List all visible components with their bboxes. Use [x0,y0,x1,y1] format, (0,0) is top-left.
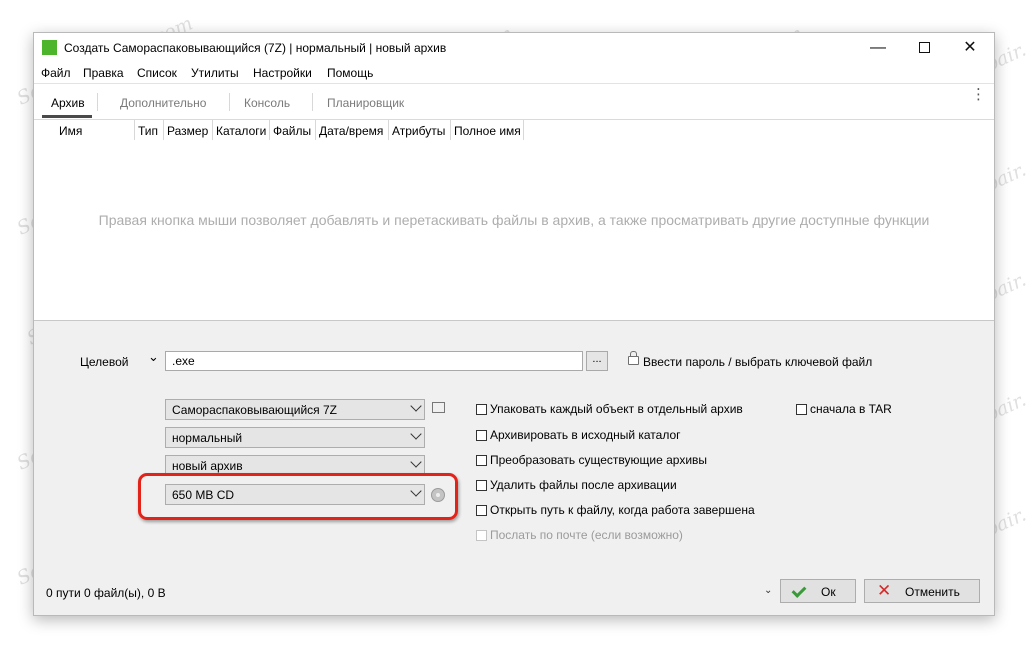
status-summary: 0 пути 0 файл(ы), 0 B [46,586,166,600]
tab-separator [312,93,313,111]
checkbox-box [476,530,487,541]
active-tab-indicator [42,115,92,118]
column-name[interactable]: Имя [57,124,82,138]
archive-dialog: Создать Самораспаковывающийся (7Z) | нор… [33,32,995,616]
column-separator [212,120,213,140]
column-fullname[interactable]: Полное имя [452,124,521,138]
convert-checkbox[interactable]: Преобразовать существующие архивы [476,453,707,467]
target-path-input[interactable]: .exe [165,351,583,371]
menu-list[interactable]: Список [137,66,177,80]
copy-profile-icon[interactable] [432,399,449,413]
checkbox-label: Упаковать каждый объект в отдельный архи… [490,402,743,416]
source-dir-checkbox[interactable]: Архивировать в исходный каталог [476,428,681,442]
tab-archive[interactable]: Архив [51,96,85,110]
tar-first-checkbox[interactable]: сначала в TAR [796,402,892,416]
menu-help[interactable]: Помощь [327,66,373,80]
column-size[interactable]: Размер [165,124,208,138]
empty-list-hint: Правая кнопка мыши позволяет добавлять и… [98,212,930,228]
tab-bar: Архив Дополнительно Консоль Планировщик … [34,83,994,119]
delete-after-checkbox[interactable]: Удалить файлы после архивации [476,478,677,492]
column-type[interactable]: Тип [136,124,158,138]
format-select[interactable]: Самораспаковывающийся 7Z [165,399,425,420]
expand-chevron-icon[interactable]: ⌄ [764,585,772,596]
browse-button[interactable]: ... [586,351,608,371]
open-path-checkbox[interactable]: Открыть путь к файлу, когда работа завер… [476,503,755,517]
window-title: Создать Самораспаковывающийся (7Z) | нор… [64,41,447,55]
checkbox-label: сначала в TAR [810,402,892,416]
column-folders[interactable]: Каталоги [214,124,266,138]
menu-utilities[interactable]: Утилиты [191,66,239,80]
tab-console[interactable]: Консоль [244,96,290,110]
checkmark-icon [791,583,807,598]
tab-separator [229,93,230,111]
column-separator [269,120,270,140]
compression-value: нормальный [172,431,243,445]
column-separator [134,120,135,140]
lock-icon [628,351,639,365]
checkbox-label: Преобразовать существующие архивы [490,453,708,467]
app-icon [42,40,57,55]
target-history-chevron-icon[interactable]: ⌄ [148,349,159,365]
checkbox-label: Удалить файлы после архивации [490,478,677,492]
close-button[interactable]: ✕ [947,33,993,63]
column-files[interactable]: Файлы [271,124,311,138]
checkbox-box[interactable] [476,505,487,516]
column-attributes[interactable]: Атрибуты [390,124,445,138]
cancel-button[interactable]: ✕ Отменить [864,579,980,603]
checkbox-box[interactable] [476,404,487,415]
target-label: Целевой [80,355,129,369]
menu-bar: Файл Правка Список Утилиты Настройки Пом… [34,63,994,83]
column-separator [450,120,451,140]
send-mail-checkbox: Послать по почте (если возможно) [476,528,683,542]
maximize-button[interactable] [901,33,947,63]
menu-edit[interactable]: Правка [83,66,124,80]
format-value: Самораспаковывающийся 7Z [172,403,338,417]
tab-separator [97,93,98,111]
ok-label: Ок [821,585,836,599]
ok-button[interactable]: Ок [780,579,856,603]
column-separator [315,120,316,140]
column-datetime[interactable]: Дата/время [317,124,383,138]
column-separator [163,120,164,140]
chevron-down-icon [410,428,422,440]
compression-select[interactable]: нормальный [165,427,425,448]
menu-file[interactable]: Файл [41,66,71,80]
chevron-down-icon [410,400,422,412]
highlight-frame [138,473,458,520]
checkbox-box[interactable] [476,430,487,441]
cancel-x-icon: ✕ [877,581,892,600]
checkbox-label: Открыть путь к файлу, когда работа завер… [490,503,755,517]
tab-advanced[interactable]: Дополнительно [120,96,206,110]
password-link[interactable]: Ввести пароль / выбрать ключевой файл [643,355,872,369]
checkbox-box[interactable] [476,455,487,466]
update-mode-value: новый архив [172,459,243,473]
title-bar[interactable]: Создать Самораспаковывающийся (7Z) | нор… [34,33,994,63]
column-separator [388,120,389,140]
minimize-button[interactable]: — [855,33,901,63]
chevron-down-icon [410,456,422,468]
column-separator [523,120,524,140]
more-options-icon[interactable]: ⋮ [971,87,986,102]
checkbox-box[interactable] [796,404,807,415]
tab-scheduler[interactable]: Планировщик [327,96,404,110]
maximize-icon [918,42,930,54]
checkbox-label: Послать по почте (если возможно) [490,528,683,542]
cancel-label: Отменить [905,585,960,599]
checkbox-box[interactable] [476,480,487,491]
file-list[interactable]: Имя Тип Размер Каталоги Файлы Дата/время… [34,119,994,321]
each-object-checkbox[interactable]: Упаковать каждый объект в отдельный архи… [476,402,743,416]
menu-settings[interactable]: Настройки [253,66,312,80]
checkbox-label: Архивировать в исходный каталог [490,428,681,442]
